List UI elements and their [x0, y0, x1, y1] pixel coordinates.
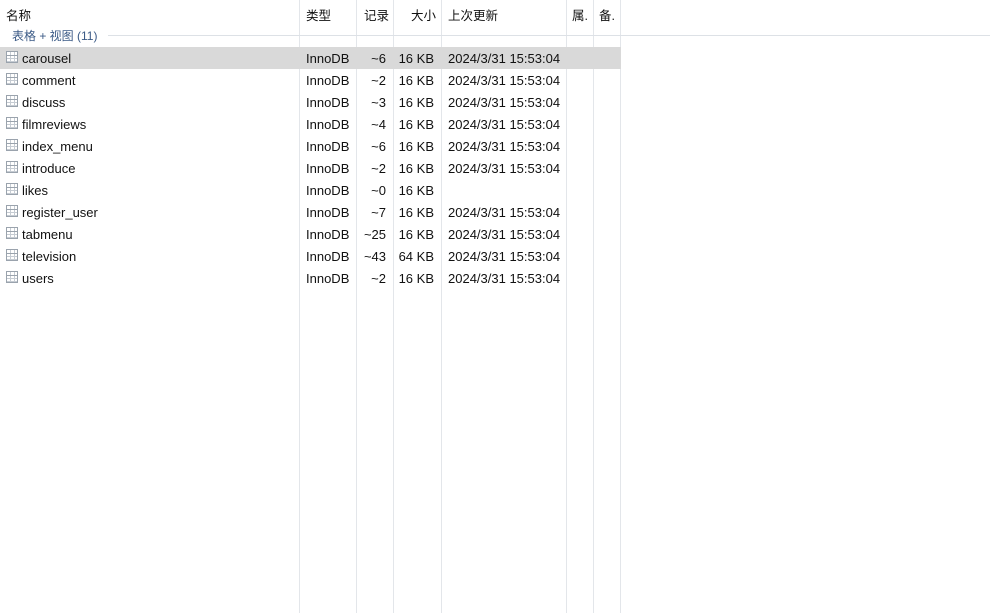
table-row[interactable]: introduce InnoDB ~2 16 KB 2024/3/31 15:53:04 [0, 157, 621, 179]
table-name: index_menu [22, 139, 93, 154]
table-updated: 2024/3/31 15:53:04 [448, 227, 561, 242]
column-header-updated[interactable]: 上次更新 [448, 5, 498, 24]
table-size: 16 KB [398, 227, 434, 242]
group-divider [108, 35, 990, 36]
table-row-count: ~2 [371, 161, 386, 176]
table-updated: 2024/3/31 15:53:04 [448, 205, 561, 220]
table-row[interactable]: likes InnoDB ~0 16 KB [0, 179, 621, 201]
table-size: 64 KB [398, 249, 434, 264]
table-engine: InnoDB [306, 95, 350, 110]
table-row[interactable]: discuss InnoDB ~3 16 KB 2024/3/31 15:53:04 [0, 91, 621, 113]
column-header-comment[interactable]: 备. [599, 5, 615, 24]
table-row-count: ~43 [363, 249, 386, 264]
column-header-rows[interactable]: 记录 [364, 5, 389, 24]
table-size: 16 KB [398, 183, 434, 198]
column-header-type[interactable]: 类型 [306, 5, 331, 24]
table-grid-icon [6, 117, 18, 129]
table-size: 16 KB [398, 95, 434, 110]
table-updated: 2024/3/31 15:53:04 [448, 73, 561, 88]
table-row[interactable]: register_user InnoDB ~7 16 KB 2024/3/31 15:5… [0, 201, 621, 223]
table-grid-icon [6, 205, 18, 217]
table-name: comment [22, 73, 76, 88]
table-updated: 2024/3/31 15:53:04 [448, 271, 561, 286]
table-size: 16 KB [398, 139, 434, 154]
table-name: register_user [22, 205, 98, 220]
table-name: introduce [22, 161, 76, 176]
table-updated: 2024/3/31 15:53:04 [448, 95, 561, 110]
table-engine: InnoDB [306, 51, 350, 66]
table-size: 16 KB [398, 205, 434, 220]
column-header-name[interactable]: 名称 [6, 5, 31, 24]
table-grid-icon [6, 249, 18, 261]
table-row[interactable]: comment InnoDB ~2 16 KB 2024/3/31 15:53:04 [0, 69, 621, 91]
table-row[interactable]: tabmenu InnoDB ~25 16 KB 2024/3/31 15:53:04 [0, 223, 621, 245]
table-name: filmreviews [22, 117, 87, 132]
table-row[interactable]: carousel InnoDB ~6 16 KB 2024/3/31 15:53:04 [0, 47, 621, 69]
column-header-bar: 名称 类型 记录 大小 上次更新 属. 备. [0, 0, 990, 26]
table-engine: InnoDB [306, 139, 350, 154]
table-row-count: ~2 [371, 271, 386, 286]
column-header-attr[interactable]: 属. [572, 5, 588, 24]
table-grid-icon [6, 95, 18, 107]
table-engine: InnoDB [306, 73, 350, 88]
group-label[interactable]: 表格 + 视图 (11) [12, 27, 104, 44]
table-updated: 2024/3/31 15:53:04 [448, 249, 561, 264]
table-grid-icon [6, 51, 18, 63]
table-grid-icon [6, 139, 18, 151]
table-size: 16 KB [398, 73, 434, 88]
table-row-count: ~6 [371, 139, 386, 154]
table-engine: InnoDB [306, 205, 350, 220]
table-row[interactable]: filmreviews InnoDB ~4 16 KB 2024/3/31 15:53:… [0, 113, 621, 135]
table-engine: InnoDB [306, 117, 350, 132]
table-grid-icon [6, 161, 18, 173]
table-row-count: ~4 [371, 117, 386, 132]
table-grid-icon [6, 73, 18, 85]
table-size: 16 KB [398, 117, 434, 132]
group-header: 表格 + 视图 (11) [0, 27, 990, 45]
table-name: carousel [22, 51, 72, 66]
table-row[interactable]: television InnoDB ~43 64 KB 2024/3/31 15:53:… [0, 245, 621, 267]
table-name: television [22, 249, 77, 264]
table-updated: 2024/3/31 15:53:04 [448, 51, 561, 66]
table-grid-icon [6, 183, 18, 195]
table-row-count: ~7 [371, 205, 386, 220]
table-row-count: ~3 [371, 95, 386, 110]
table-size: 16 KB [398, 161, 434, 176]
table-name: users [22, 271, 54, 286]
table-engine: InnoDB [306, 249, 350, 264]
table-engine: InnoDB [306, 271, 350, 286]
table-updated: 2024/3/31 15:53:04 [448, 117, 561, 132]
table-grid-icon [6, 271, 18, 283]
table-engine: InnoDB [306, 227, 350, 242]
table-size: 16 KB [398, 51, 434, 66]
table-updated: 2024/3/31 15:53:04 [448, 161, 561, 176]
table-name: tabmenu [22, 227, 73, 242]
table-grid-icon [6, 227, 18, 239]
table-size: 16 KB [398, 271, 434, 286]
table-row[interactable]: index_menu InnoDB ~6 16 KB 2024/3/31 15:53:0… [0, 135, 621, 157]
table-row-count: ~0 [371, 183, 386, 198]
table-row-count: ~6 [371, 51, 386, 66]
table-updated: 2024/3/31 15:53:04 [448, 139, 561, 154]
table-engine: InnoDB [306, 183, 350, 198]
column-header-size[interactable]: 大小 [398, 5, 436, 24]
table-name: discuss [22, 95, 66, 110]
table-name: likes [22, 183, 49, 198]
table-row-count: ~2 [371, 73, 386, 88]
table-engine: InnoDB [306, 161, 350, 176]
table-row[interactable]: users InnoDB ~2 16 KB 2024/3/31 15:53:04 [0, 267, 621, 289]
table-row-count: ~25 [363, 227, 386, 242]
table-list: carousel InnoDB ~6 16 KB 2024/3/31 15:53:04 c… [0, 47, 622, 289]
